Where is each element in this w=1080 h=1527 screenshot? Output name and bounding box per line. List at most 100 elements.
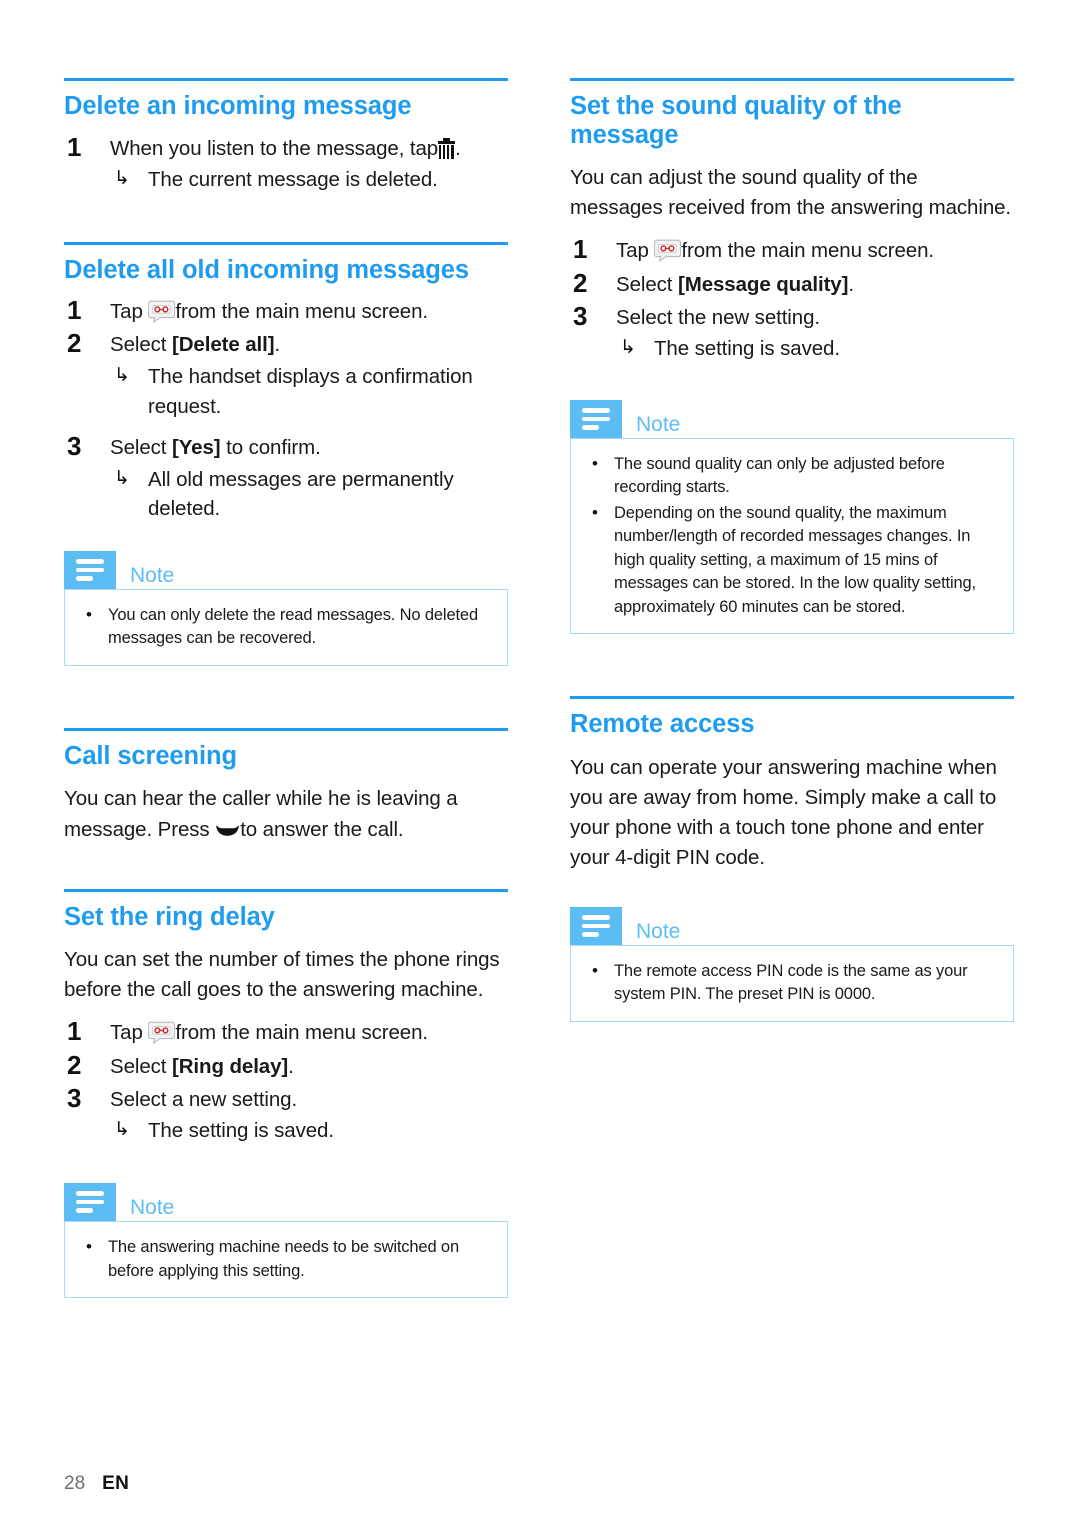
step-number: 2 [67, 328, 82, 359]
section-heading: Remote access [570, 710, 755, 738]
step-item: 3 Select [Yes] to confirm. ↳ All old mes… [64, 431, 508, 524]
page-footer: 28 EN [64, 1473, 129, 1495]
section-rule [570, 696, 1014, 699]
note-header: Note [570, 400, 1014, 439]
talk-key-icon [215, 817, 240, 836]
step-result-text: The current message is deleted. [148, 167, 438, 191]
step-number: 3 [573, 301, 588, 331]
section-rule [64, 78, 508, 81]
page-number: 28 [64, 1473, 86, 1494]
step-menu-label: [Delete all] [172, 333, 275, 357]
step-number: 2 [573, 267, 588, 298]
section-rule [64, 727, 508, 731]
arrow-icon: ↳ [114, 364, 130, 386]
step-item: 3 Select a new setting. ↳ The setting is… [64, 1083, 508, 1146]
step-menu-label: [Message quality] [678, 272, 849, 296]
step-text: Tap from the main menu screen. [616, 239, 934, 263]
right-column: Set the sound quality of the message You… [570, 78, 1014, 1298]
note-icon [64, 551, 116, 589]
answering-machine-icon [654, 239, 682, 263]
note-icon [570, 400, 622, 439]
arrow-icon: ↳ [620, 337, 636, 359]
step-text-after: . [848, 272, 854, 296]
step-number: 1 [573, 234, 588, 265]
step-menu-label: [Yes] [172, 436, 221, 460]
section-paragraph: You can operate your answering machine w… [570, 755, 997, 869]
step-text-before: Select [110, 333, 167, 357]
section-call-screening: Call screening You can hear the caller w… [64, 727, 508, 845]
trash-icon [438, 137, 456, 159]
section-rule [570, 78, 1014, 81]
step-text: Tap from the main menu screen. [110, 300, 428, 324]
note-item: The answering machine needs to be switch… [83, 1235, 491, 1283]
section-paragraph: You can adjust the sound quality of the … [570, 166, 1012, 220]
step-text-after: from the main menu screen. [175, 1021, 428, 1045]
step-list: 1 Tap from the main menu screen. 2 Selec… [570, 234, 1014, 364]
note-list: The sound quality can only be adjusted b… [589, 452, 997, 619]
step-result-text: The setting is saved. [654, 337, 840, 361]
section-remote-access: Remote access You can operate your answe… [570, 696, 1014, 1022]
left-column: Delete an incoming message 1 When you li… [64, 78, 508, 1298]
note-label: Note [130, 1196, 175, 1220]
section-rule [64, 241, 508, 245]
note-header: Note [64, 551, 508, 589]
section-delete-all-old-messages: Delete all old incoming messages 1 Tap f… [64, 241, 508, 666]
two-column-layout: Delete an incoming message 1 When you li… [64, 78, 1014, 1298]
step-text-before: Tap [110, 300, 143, 324]
step-number: 3 [67, 431, 82, 462]
note-header: Note [570, 907, 1014, 946]
section-heading: Call screening [64, 741, 237, 770]
step-result: ↳ The setting is saved. [616, 334, 1014, 364]
note-box: Note The remote access PIN code is the s… [570, 907, 1014, 1022]
arrow-icon: ↳ [114, 167, 130, 189]
note-label: Note [130, 564, 175, 587]
step-text: When you listen to the message, tap. [110, 137, 461, 160]
section-heading: Delete all old incoming messages [64, 255, 469, 284]
step-menu-label: [Ring delay] [172, 1054, 289, 1078]
step-text-after: to confirm. [226, 436, 321, 460]
note-box: Note The answering machine needs to be s… [64, 1183, 508, 1298]
step-result-text: The handset displays a confirmation requ… [148, 364, 473, 418]
step-text-before: Tap [110, 1021, 143, 1045]
section-heading: Set the ring delay [64, 902, 275, 931]
section-heading: Delete an incoming message [64, 92, 412, 120]
step-text-after: . [455, 136, 461, 160]
step-text-before: Select [616, 272, 673, 296]
section-heading: Set the sound quality of the message [570, 92, 902, 149]
step-result: ↳ All old messages are permanently delet… [110, 465, 508, 524]
step-text-before: Tap [616, 239, 649, 263]
section-paragraph: You can set the number of times the phon… [64, 948, 500, 1002]
step-number: 1 [67, 131, 82, 162]
step-result: ↳ The setting is saved. [110, 1116, 508, 1146]
step-item: 1 Tap from the main menu screen. [64, 1016, 508, 1048]
step-result-text: All old messages are permanently deleted… [148, 467, 454, 521]
manual-page: Delete an incoming message 1 When you li… [0, 0, 1080, 1527]
step-text-after: . [288, 1054, 294, 1078]
note-box: Note The sound quality can only be adjus… [570, 400, 1014, 634]
step-number: 3 [67, 1083, 82, 1114]
note-list: You can only delete the read messages. N… [83, 603, 491, 651]
step-item: 2 Select [Message quality]. [570, 267, 1014, 300]
step-number: 1 [67, 295, 82, 326]
step-item: 2 Select [Ring delay]. [64, 1050, 508, 1082]
note-content: You can only delete the read messages. N… [64, 589, 508, 666]
step-text: Select the new setting. [616, 306, 820, 329]
note-list: The remote access PIN code is the same a… [589, 959, 997, 1007]
note-header: Note [64, 1183, 508, 1222]
step-text: Select [Ring delay]. [110, 1055, 294, 1078]
step-item: 1 Tap from the main menu screen. [64, 295, 508, 327]
step-text: Select a new setting. [110, 1088, 298, 1112]
step-text-before: When you listen to the message, tap [110, 136, 439, 160]
note-icon [570, 907, 622, 946]
step-list: 1 Tap from the main menu screen. 2 Selec… [64, 1016, 508, 1146]
note-item: You can only delete the read messages. N… [83, 603, 491, 651]
note-item: The sound quality can only be adjusted b… [589, 452, 997, 500]
step-item: 1 Tap from the main menu screen. [570, 234, 1014, 266]
arrow-icon: ↳ [114, 1119, 130, 1141]
step-text-before: Select [110, 436, 167, 460]
step-number: 1 [67, 1016, 82, 1047]
section-delete-incoming-message: Delete an incoming message 1 When you li… [64, 78, 508, 195]
step-text-after: from the main menu screen. [175, 300, 428, 324]
note-box: Note You can only delete the read messag… [64, 551, 508, 666]
step-result-text: The setting is saved. [148, 1119, 334, 1143]
